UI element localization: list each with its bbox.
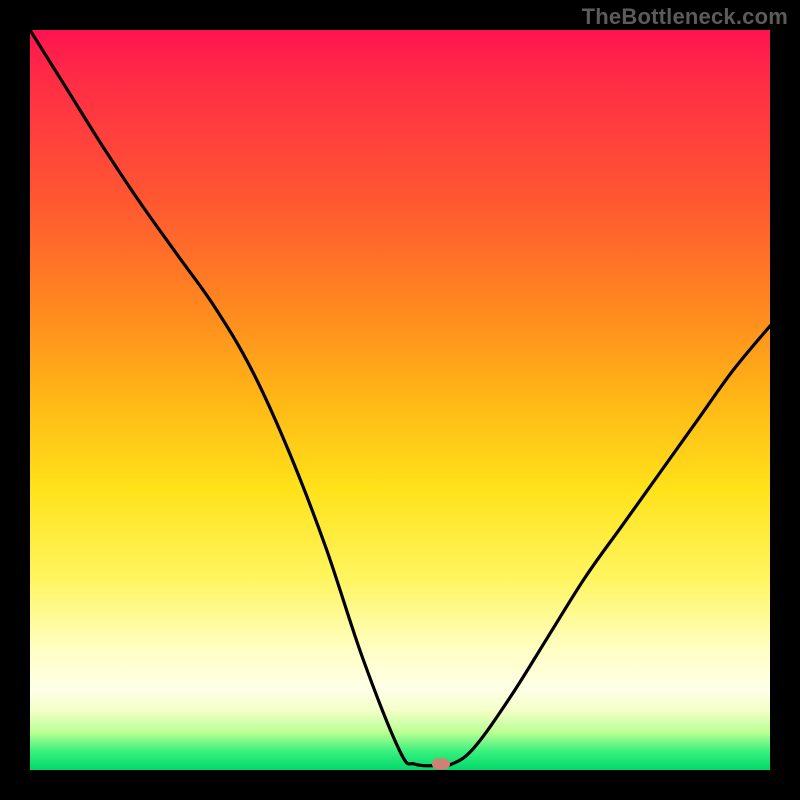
chart-frame: TheBottleneck.com	[0, 0, 800, 800]
plot-area	[30, 30, 770, 770]
watermark-label: TheBottleneck.com	[582, 4, 788, 30]
optimal-point-marker	[432, 759, 450, 770]
bottleneck-curve	[30, 30, 770, 770]
